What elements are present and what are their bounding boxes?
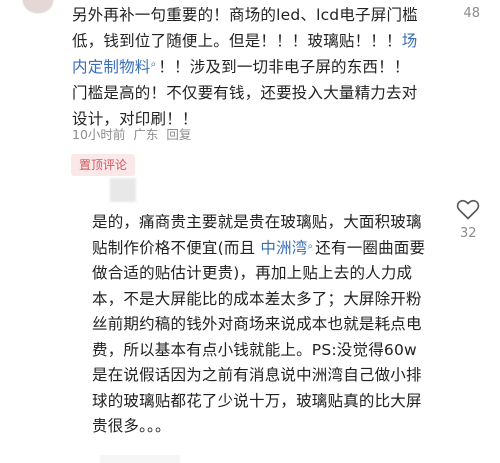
- comment-meta: 10小时前 广东 回复: [72, 124, 191, 143]
- search-icon: ⌕: [307, 240, 314, 252]
- pinned-comment-badge: 置顶评论: [71, 154, 136, 176]
- reply-body: 是的，痛商贵主要就是贵在玻璃贴，大面积玻璃贴制作价格不便宜(而且 中洲湾⌕ 还有一…: [92, 210, 432, 440]
- comment-body: 另外再补一句重要的！商场的led、lcd电子屏门槛低，钱到位了随便上。但是！！！…: [72, 2, 424, 132]
- reply-button[interactable]: 回复: [166, 124, 191, 143]
- comment-time: 10小时前: [72, 127, 126, 142]
- commenter-avatar[interactable]: [22, 0, 54, 14]
- reply-like-count: 32: [460, 226, 477, 241]
- search-icon: ⌕: [150, 59, 157, 70]
- reply-avatar[interactable]: [110, 178, 136, 202]
- comment-location: 广东: [133, 127, 159, 142]
- reply-search-link[interactable]: 中洲湾: [260, 239, 307, 257]
- reply-text-part-2: 还有一圈曲面要做合适的贴估计更贵)，再加上贴上去的人力成本，不是大屏能比的成本差…: [92, 238, 426, 436]
- comment-like-count: 48: [463, 6, 480, 21]
- comment-text-part-1: 另外再补一句重要的！商场的led、lcd电子屏门槛低，钱到位了随便上。但是！！！…: [72, 6, 418, 50]
- heart-outline-icon[interactable]: [456, 198, 480, 220]
